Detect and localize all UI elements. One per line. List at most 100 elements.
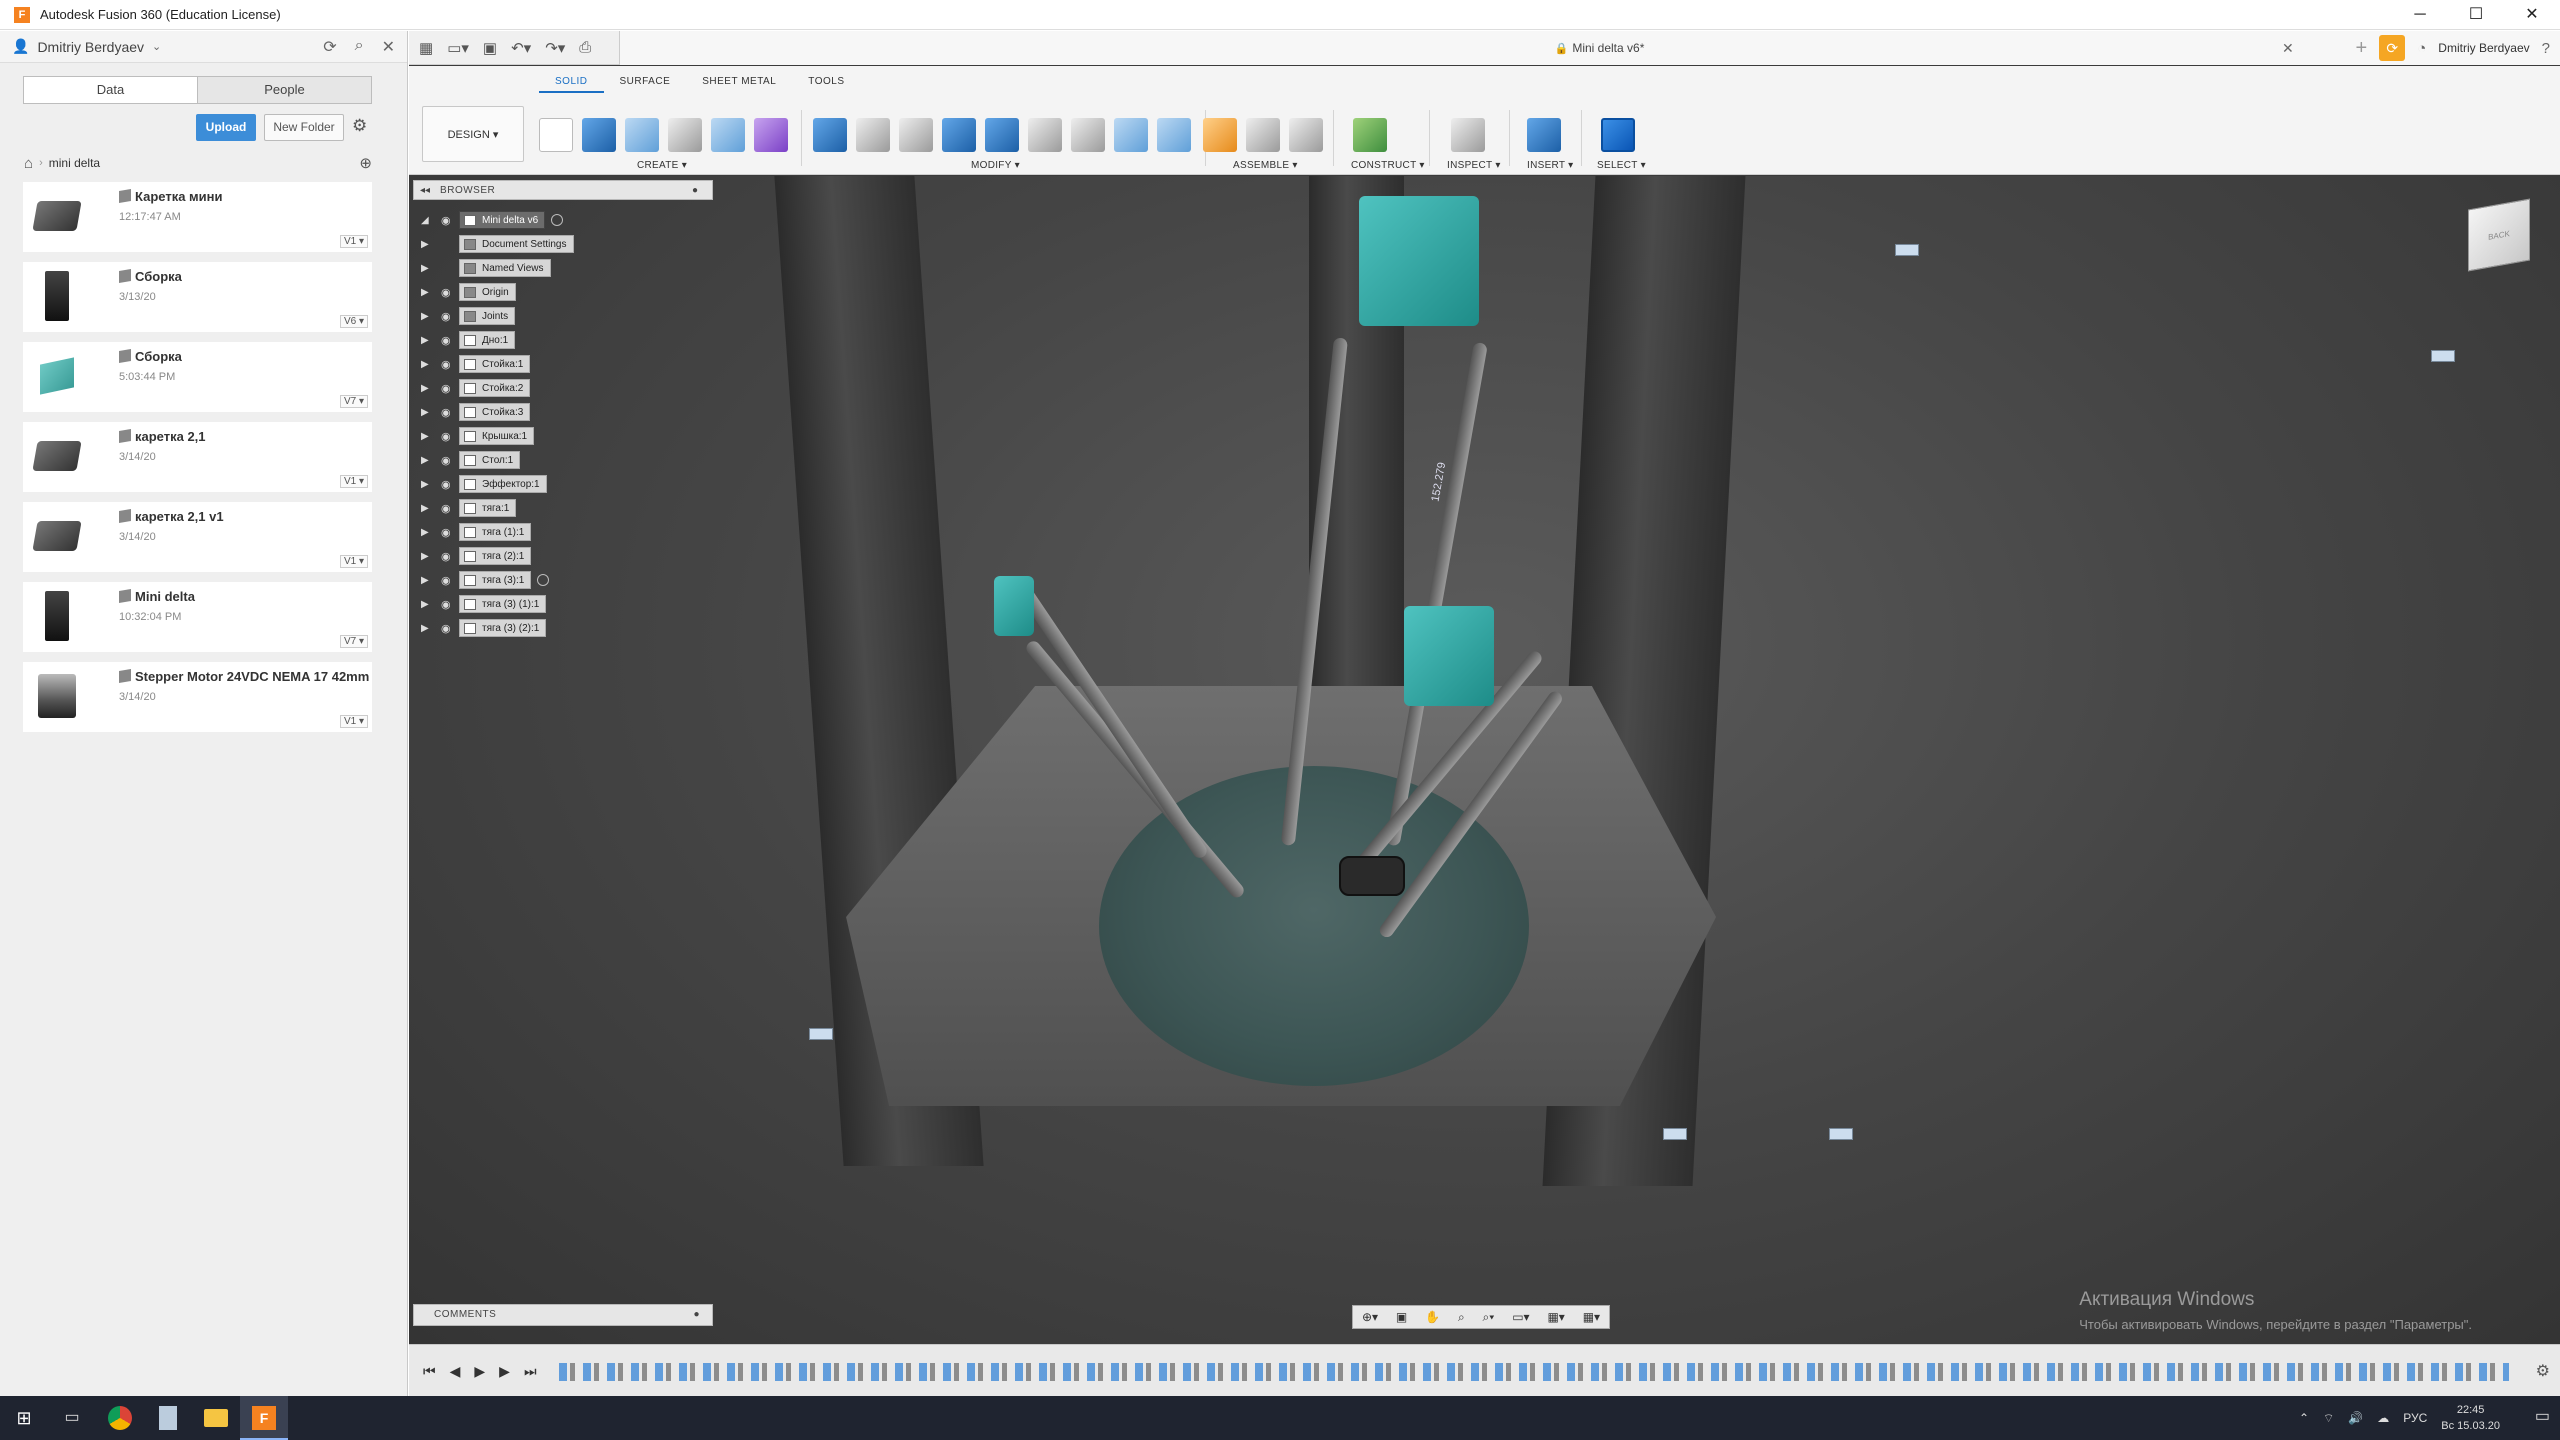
visibility-eye-icon[interactable]: ◉ [441,334,459,347]
visibility-eye-icon[interactable]: ◉ [441,550,459,563]
collapse-browser-icon[interactable]: ◂◂ [420,185,430,196]
tab-sheet-metal[interactable]: SHEET METAL [686,70,792,93]
file-thumbnail[interactable] [29,668,85,724]
file-thumbnail[interactable] [29,508,85,564]
tab-surface[interactable]: SURFACE [604,70,687,93]
refresh-icon[interactable]: ⟳ [323,37,336,57]
browser-node[interactable]: Эффектор:1 [459,475,547,493]
windows-start-icon[interactable]: ⊞ [0,1396,48,1440]
browser-node[interactable]: Стол:1 [459,451,521,469]
chevron-down-icon[interactable]: ⌄ [152,40,161,53]
browser-node[interactable]: тяга (3) (2):1 [459,619,547,637]
orbit-icon[interactable]: ⊕▾ [1362,1310,1378,1324]
browser-row[interactable]: ▶ ◉ Стол:1 [421,448,721,472]
select-menu[interactable]: SELECT ▾ [1597,160,1646,171]
browser-node[interactable]: тяга (2):1 [459,547,532,565]
tab-tools[interactable]: TOOLS [792,70,860,93]
browser-row[interactable]: ▶ ◉ тяга (1):1 [421,520,721,544]
browser-node[interactable]: тяга:1 [459,499,517,517]
sketch-marker-icon[interactable] [1895,244,1919,256]
chrome-taskbar-icon[interactable] [96,1396,144,1440]
pan-icon[interactable]: ✋ [1425,1310,1440,1324]
file-item[interactable]: Сборка 3/13/20 V6 ▾ [23,262,372,332]
3d-viewport[interactable]: 152.279 BACK ◂◂ BROWSER ● ◢ ◉ Mini delta… [409,176,2560,1344]
globe-icon[interactable]: ⊕ [359,154,372,172]
file-item[interactable]: Mini delta 10:32:04 PM V7 ▾ [23,582,372,652]
network-icon[interactable]: ⌔ [2323,1411,2334,1426]
offset-plane-icon[interactable] [1353,118,1387,152]
file-item[interactable]: Stepper Motor 24VDC NEMA 17 42mm 3/14/20 V… [23,662,372,732]
browser-node[interactable]: тяга (3):1 [459,571,532,589]
go-to-start-icon[interactable]: ⏮ [423,1363,436,1380]
visibility-eye-icon[interactable]: ◉ [441,286,459,299]
viewports-icon[interactable]: ▦▾ [1583,1310,1600,1324]
file-name[interactable]: Mini delta [119,588,195,604]
browser-node[interactable]: Стойка:2 [459,379,531,397]
browser-row[interactable]: ▶ ◉ тяга (3) (1):1 [421,592,721,616]
timeline-settings-icon[interactable]: ⚙ [2536,1361,2550,1381]
version-badge[interactable]: V1 ▾ [339,555,368,568]
chamfer-icon[interactable] [899,118,933,152]
pattern-icon[interactable] [711,118,745,152]
as-built-joint-icon[interactable] [1289,118,1323,152]
insert-menu[interactable]: INSERT ▾ [1527,160,1574,171]
close-panel-icon[interactable]: ✕ [382,37,395,57]
expand-arrow-icon[interactable]: ▶ [421,527,435,538]
display-settings-icon[interactable]: ▭▾ [1512,1310,1529,1324]
version-badge[interactable]: V1 ▾ [339,715,368,728]
visibility-eye-icon[interactable]: ◉ [441,214,459,227]
browser-node[interactable]: Origin [459,283,516,301]
account-user-name[interactable]: Dmitriy Berdyaev [2438,41,2529,55]
activate-radio[interactable] [551,214,564,226]
create-menu[interactable]: CREATE ▾ [637,160,687,171]
sketch-marker-icon[interactable] [2431,350,2455,362]
language-indicator[interactable]: РУС [2403,1411,2427,1425]
file-name[interactable]: каретка 2,1 [119,428,206,444]
revolve-icon[interactable] [625,118,659,152]
comments-pin-icon[interactable]: ● [693,1305,700,1325]
browser-row[interactable]: ▶ ◉ Крышка:1 [421,424,721,448]
joint-icon[interactable] [1246,118,1280,152]
expand-arrow-icon[interactable]: ▶ [421,383,435,394]
browser-row[interactable]: ▶ Document Settings [421,232,721,256]
visibility-eye-icon[interactable]: ◉ [441,406,459,419]
visibility-eye-icon[interactable]: ◉ [441,358,459,371]
file-name[interactable]: Сборка [119,268,182,284]
file-item[interactable]: каретка 2,1 3/14/20 V1 ▾ [23,422,372,492]
assemble-menu[interactable]: ASSEMBLE ▾ [1233,160,1298,171]
measure-icon[interactable] [1451,118,1485,152]
create-form-icon[interactable] [754,118,788,152]
file-name[interactable]: Сборка [119,348,182,364]
file-name[interactable]: Каретка мини [119,188,223,204]
select-cursor-icon[interactable] [1601,118,1635,152]
visibility-eye-icon[interactable]: ◉ [441,622,459,635]
maximize-button[interactable]: ☐ [2448,0,2504,30]
document-close-icon[interactable]: ✕ [2282,40,2294,57]
volume-icon[interactable]: 🔊 [2348,1411,2363,1425]
browser-row[interactable]: ▶ ◉ тяга (2):1 [421,544,721,568]
expand-arrow-icon[interactable]: ▶ [421,287,435,298]
browser-pin-icon[interactable]: ● [692,185,698,196]
expand-arrow-icon[interactable]: ▶ [421,359,435,370]
expand-arrow-icon[interactable]: ▶ [421,335,435,346]
browser-row[interactable]: ▶ ◉ Origin [421,280,721,304]
expand-arrow-icon[interactable]: ▶ [421,623,435,634]
file-thumbnail[interactable] [29,268,85,324]
file-item[interactable]: Сборка 5:03:44 PM V7 ▾ [23,342,372,412]
browser-node[interactable]: Крышка:1 [459,427,535,445]
file-thumbnail[interactable] [29,348,85,404]
move-icon[interactable] [1071,118,1105,152]
sketch-marker-icon[interactable] [1663,1128,1687,1140]
file-name[interactable]: каретка 2,1 v1 [119,508,224,524]
new-tab-icon[interactable]: + [2356,37,2368,60]
file-item[interactable]: Каретка мини 12:17:47 AM V1 ▾ [23,182,372,252]
tab-people[interactable]: People [198,77,371,103]
expand-arrow-icon[interactable]: ▶ [421,479,435,490]
file-thumbnail[interactable] [29,428,85,484]
visibility-eye-icon[interactable]: ◉ [441,574,459,587]
expand-arrow-icon[interactable]: ▶ [421,263,435,274]
tab-data[interactable]: Data [24,77,198,103]
redo-icon[interactable]: ↷▾ [545,39,565,57]
job-status-icon[interactable]: ⟳ [2379,35,2406,61]
grid-settings-icon[interactable]: ▦▾ [1547,1310,1564,1324]
